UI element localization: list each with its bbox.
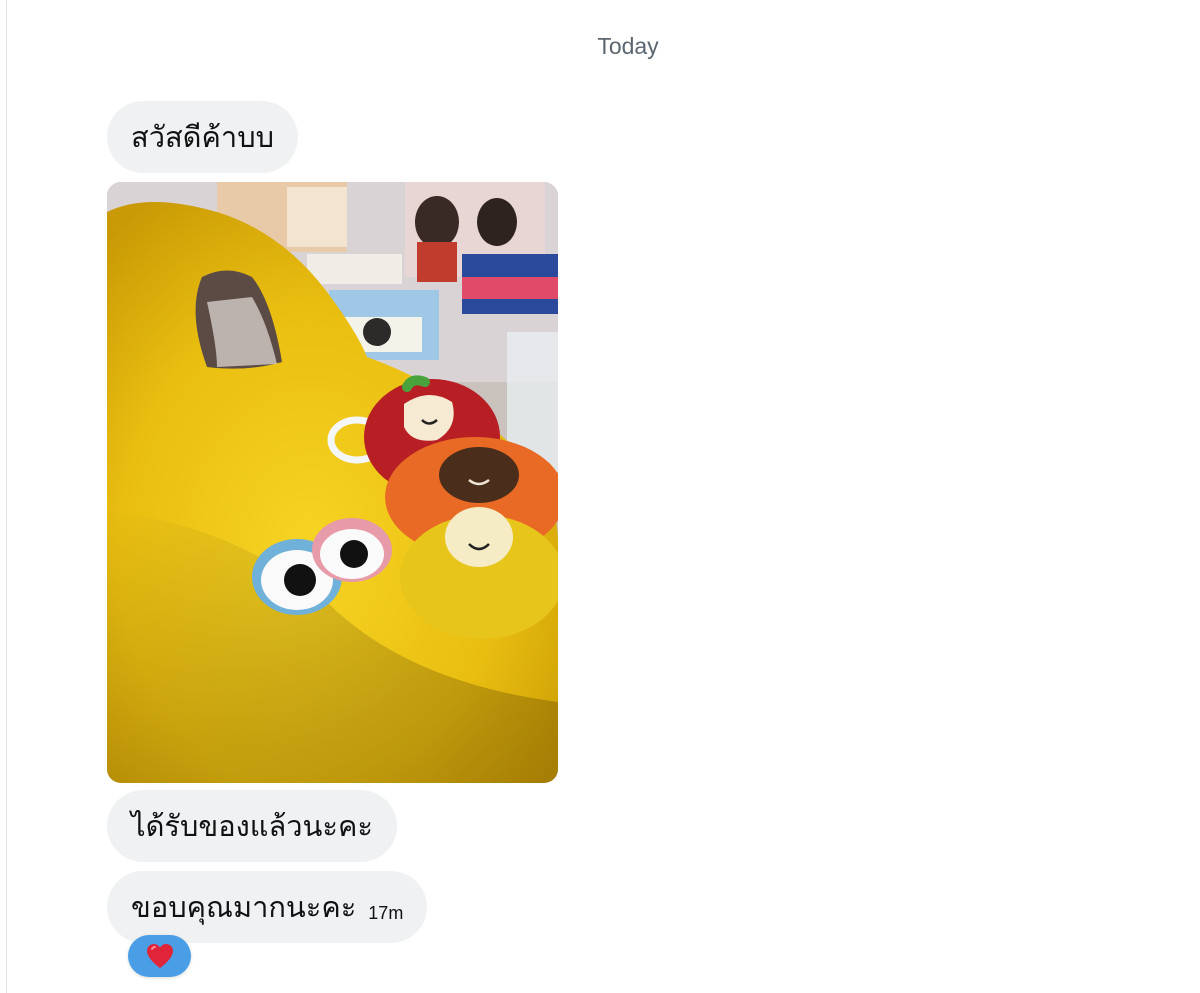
message-text: ขอบคุณมากนะคะ xyxy=(131,890,357,924)
photo-image xyxy=(107,182,558,783)
chat-thread: Today สวัสดีค้าบบ ได้รับของแล้วนะคะ ขอบค… xyxy=(0,0,1200,993)
date-separator: Today xyxy=(597,33,659,59)
message-text: สวัสดีค้าบบ xyxy=(131,120,275,154)
message-bubble[interactable]: ได้รับของแล้วนะคะ xyxy=(107,790,397,862)
heart-icon xyxy=(146,944,173,968)
message-text: ได้รับของแล้วนะคะ xyxy=(131,809,373,843)
message-bubble[interactable]: ขอบคุณมากนะคะ 17m xyxy=(107,871,428,943)
divider xyxy=(6,0,7,993)
message-timestamp: 17m xyxy=(368,902,404,923)
photo-message[interactable] xyxy=(107,182,558,783)
message-bubble[interactable]: สวัสดีค้าบบ xyxy=(107,101,299,173)
reaction-badge[interactable] xyxy=(128,935,191,977)
